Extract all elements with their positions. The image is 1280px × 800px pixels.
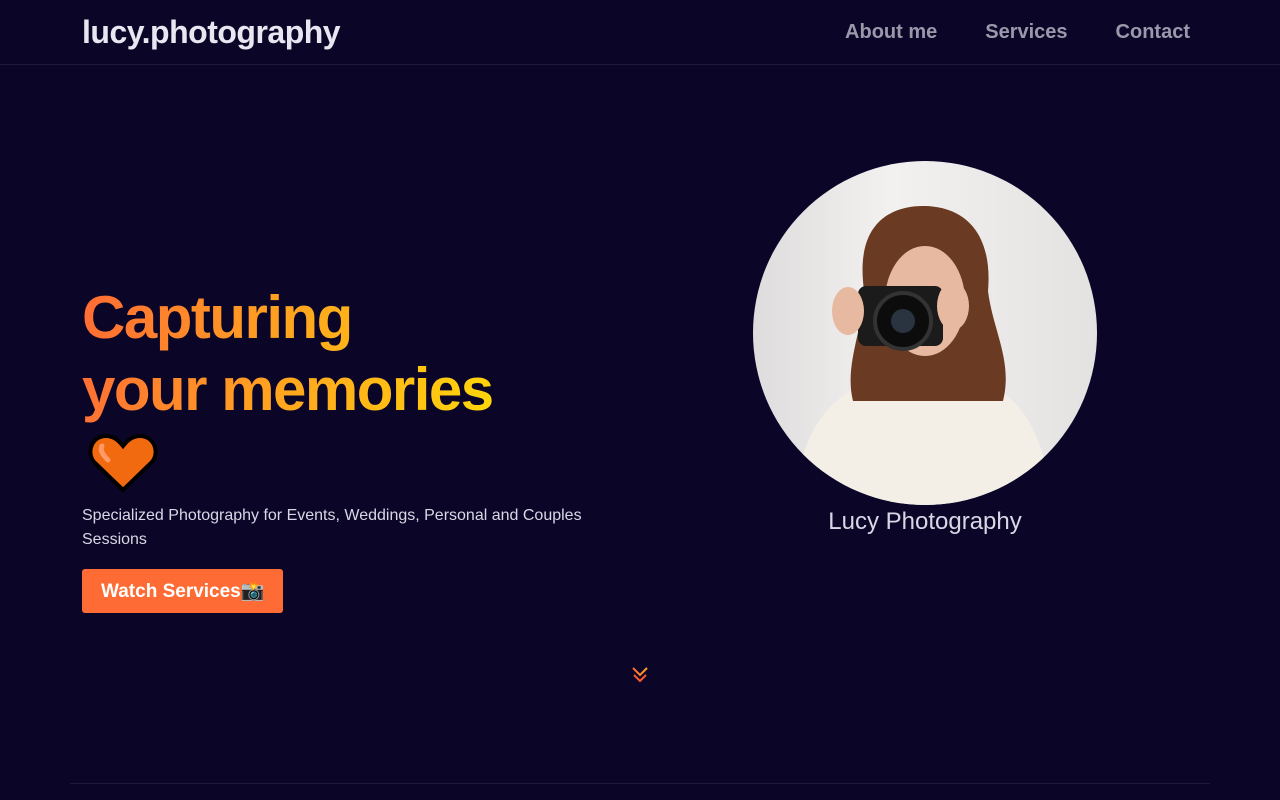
watch-services-button[interactable]: Watch Services📸 [82,569,284,613]
section-divider [70,783,1210,784]
hero-title-line1: Capturing [82,284,352,351]
orange-heart-icon [88,433,158,493]
nav-link-contact[interactable]: Contact [1116,21,1190,44]
top-nav: lucy.photography About me Services Conta… [0,0,1280,65]
hero-title-line2: your memories [82,356,493,423]
photo-caption: Lucy Photography [828,508,1022,535]
hero-title: Capturing your memories [82,282,493,426]
profile-photo [753,161,1097,505]
hero-subtitle: Specialized Photography for Events, Wedd… [82,507,582,548]
nav-links: About me Services Contact [845,21,1190,44]
site-logo[interactable]: lucy.photography [82,14,341,51]
nav-link-services[interactable]: Services [985,21,1067,44]
hero-text: Capturing your memories Specialized Phot… [82,282,622,613]
chevron-double-down-icon[interactable] [631,665,649,685]
nav-link-about[interactable]: About me [845,21,937,44]
